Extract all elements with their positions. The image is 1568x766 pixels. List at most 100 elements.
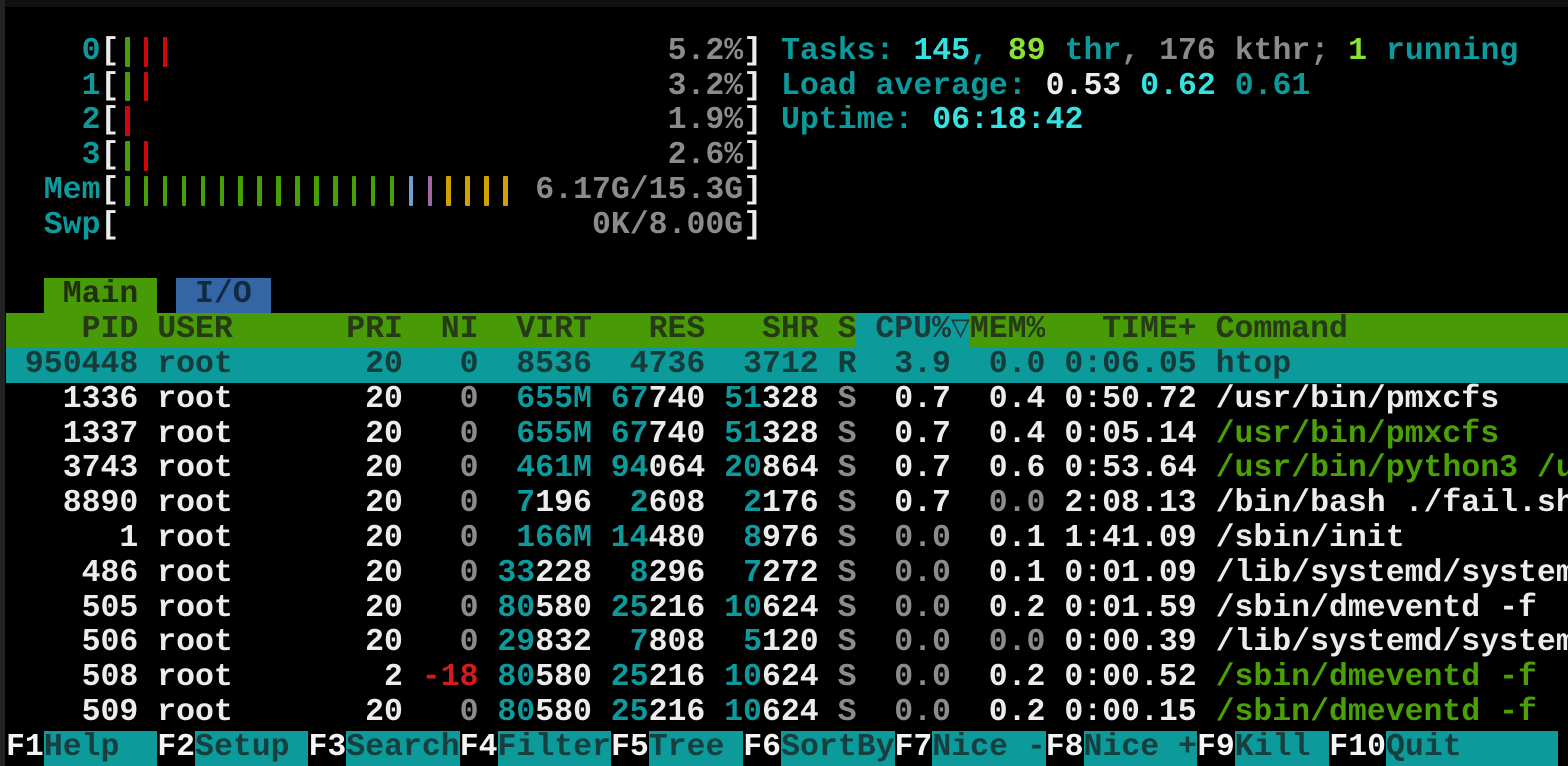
- cell-pri: 20: [346, 487, 403, 522]
- text-segment: 0.0: [894, 592, 951, 627]
- fn-f4-filter[interactable]: F4Filter: [460, 731, 611, 766]
- cell-shr: 2176: [724, 487, 819, 522]
- cpu0-meter-bar: 5.2%: [119, 35, 743, 70]
- table-row[interactable]: 486 root 20 0 33228 8296 7272 S 0.0 0.1 …: [6, 557, 1568, 592]
- column-header-time[interactable]: TIME+: [1064, 313, 1196, 348]
- text-segment: 0.0: [989, 487, 1046, 522]
- fn-f1-help[interactable]: F1Help: [6, 731, 157, 766]
- column-header-pri[interactable]: PRI: [346, 313, 403, 348]
- table-row[interactable]: 3743 root 20 0 461M 94064 20864 S 0.7 0.…: [6, 452, 1568, 487]
- table-row[interactable]: 1337 root 20 0 655M 67740 51328 S 0.7 0.…: [6, 418, 1568, 453]
- text-segment: 10: [724, 661, 762, 696]
- cell-ni: 0: [422, 626, 479, 661]
- cell-pid: 486: [6, 557, 138, 592]
- meter-bar-tick: [314, 176, 319, 206]
- column-header-mem[interactable]: MEM%: [970, 313, 1046, 348]
- table-row[interactable]: 506 root 20 0 29832 7808 5120 S 0.0 0.0 …: [6, 626, 1568, 661]
- column-header-shr[interactable]: SHR: [724, 313, 819, 348]
- cell-res: 25216: [611, 592, 706, 627]
- cpu0-percent: 5.2%: [668, 35, 744, 70]
- screen-tab-io[interactable]: I/O: [176, 278, 271, 313]
- meter-bar-tick: [446, 176, 451, 206]
- text-segment: 0.53: [1046, 69, 1141, 104]
- text-segment: 3743: [63, 452, 139, 487]
- cell-time: 1:41.09: [1064, 522, 1196, 557]
- cell-ni: 0: [422, 452, 479, 487]
- text-segment: /sbin/dmeventd -f: [1216, 696, 1537, 731]
- table-row[interactable]: 505 root 20 0 80580 25216 10624 S 0.0 0.…: [6, 592, 1568, 627]
- column-header-command[interactable]: Command: [1216, 313, 1568, 348]
- text-segment: 25: [611, 661, 649, 696]
- swp-usage-text: 0K/8.00G: [592, 209, 743, 244]
- fn-f5-tree[interactable]: F5Tree: [611, 731, 743, 766]
- fn-f6-sortby[interactable]: F6SortBy: [743, 731, 894, 766]
- text-segment: -18: [422, 661, 479, 696]
- table-row[interactable]: 1 root 20 0 166M 14480 8976 S 0.0 0.1 1:…: [6, 522, 1568, 557]
- mem-usage-text: 6.17G/15.3G: [535, 174, 743, 209]
- text-segment: 0: [460, 418, 479, 453]
- text-segment: /usr/bin/pmxcfs: [1216, 383, 1500, 418]
- fn-f8-nice-[interactable]: F8Nice +: [1046, 731, 1197, 766]
- cell-state: S: [838, 592, 857, 627]
- text-segment: 0.61: [1235, 69, 1311, 104]
- cell-state: S: [838, 487, 857, 522]
- text-segment: 7: [516, 487, 535, 522]
- cell-ni: 0: [422, 696, 479, 731]
- table-row[interactable]: 8890 root 20 0 7196 2608 2176 S 0.7 0.0 …: [6, 487, 1568, 522]
- htop-terminal: 0[5.2%] Tasks: 145, 89 thr, 176 kthr; 1 …: [0, 0, 1568, 766]
- cell-res: 67740: [611, 418, 706, 453]
- column-header-pid[interactable]: PID: [6, 313, 138, 348]
- column-header-ni[interactable]: NI: [422, 313, 479, 348]
- fn-action-label: Tree: [649, 731, 744, 766]
- table-row[interactable]: 509 root 20 0 80580 25216 10624 S 0.0 0.…: [6, 696, 1568, 731]
- meter-bar-tick: [409, 176, 414, 206]
- cell-cpu: 0.7: [875, 452, 951, 487]
- text-segment: 1337: [63, 418, 139, 453]
- text-segment: 624: [762, 592, 819, 627]
- text-segment: R: [838, 348, 857, 383]
- fn-key-label: F6: [743, 731, 781, 766]
- text-segment: /sbin/dmeventd -f: [1216, 661, 1537, 696]
- cell-user: root: [157, 383, 327, 418]
- fn-f9-kill[interactable]: F9Kill: [1197, 731, 1329, 766]
- column-header-virt[interactable]: VIRT: [497, 313, 592, 348]
- text-segment: ;: [1310, 34, 1348, 69]
- screen-tab-main[interactable]: Main: [44, 278, 157, 313]
- meter-open-bracket: [: [101, 35, 120, 70]
- cell-virt: 80580: [497, 661, 592, 696]
- cell-pri: 20: [346, 383, 403, 418]
- column-header-user[interactable]: USER: [157, 313, 327, 348]
- fn-f10-quit[interactable]: F10Quit: [1329, 731, 1558, 766]
- blank-line: [6, 244, 1568, 279]
- text-segment: 51: [724, 383, 762, 418]
- cell-user: root: [157, 418, 327, 453]
- text-segment: 506: [82, 626, 139, 661]
- cell-time: 0:00.15: [1064, 696, 1196, 731]
- cell-res: 67740: [611, 383, 706, 418]
- column-header-state[interactable]: S: [838, 313, 857, 348]
- cell-virt: 655M: [497, 383, 592, 418]
- meter-bar-tick: [125, 176, 130, 206]
- table-row[interactable]: 508 root 2 -18 80580 25216 10624 S 0.0 0…: [6, 661, 1568, 696]
- fn-f7-nice-[interactable]: F7Nice -: [895, 731, 1046, 766]
- cell-pid: 1336: [6, 383, 138, 418]
- text-segment: 0.2: [989, 696, 1046, 731]
- table-row[interactable]: 950448 root 20 0 8536 4736 3712 R 3.9 0.…: [6, 348, 1568, 383]
- text-segment: 950448: [25, 348, 138, 383]
- cell-cpu: 0.0: [875, 592, 951, 627]
- table-row[interactable]: 1336 root 20 0 655M 67740 51328 S 0.7 0.…: [6, 383, 1568, 418]
- cpu3-label: 3: [6, 139, 101, 174]
- column-header-cpu[interactable]: CPU%: [875, 313, 951, 348]
- text-segment: 272: [762, 557, 819, 592]
- text-segment: 3.9: [894, 348, 951, 383]
- column-header-res[interactable]: RES: [611, 313, 706, 348]
- meter-bar-tick: [390, 176, 395, 206]
- cpu0-label: 0: [6, 35, 101, 70]
- text-segment: 0:06.05: [1064, 348, 1196, 383]
- text-segment: 328: [762, 383, 819, 418]
- cell-pid: 950448: [6, 348, 138, 383]
- fn-f3-search[interactable]: F3Search: [308, 731, 459, 766]
- meter-bar-tick: [144, 72, 149, 102]
- fn-f2-setup[interactable]: F2Setup: [157, 731, 308, 766]
- text-segment: 2: [630, 487, 649, 522]
